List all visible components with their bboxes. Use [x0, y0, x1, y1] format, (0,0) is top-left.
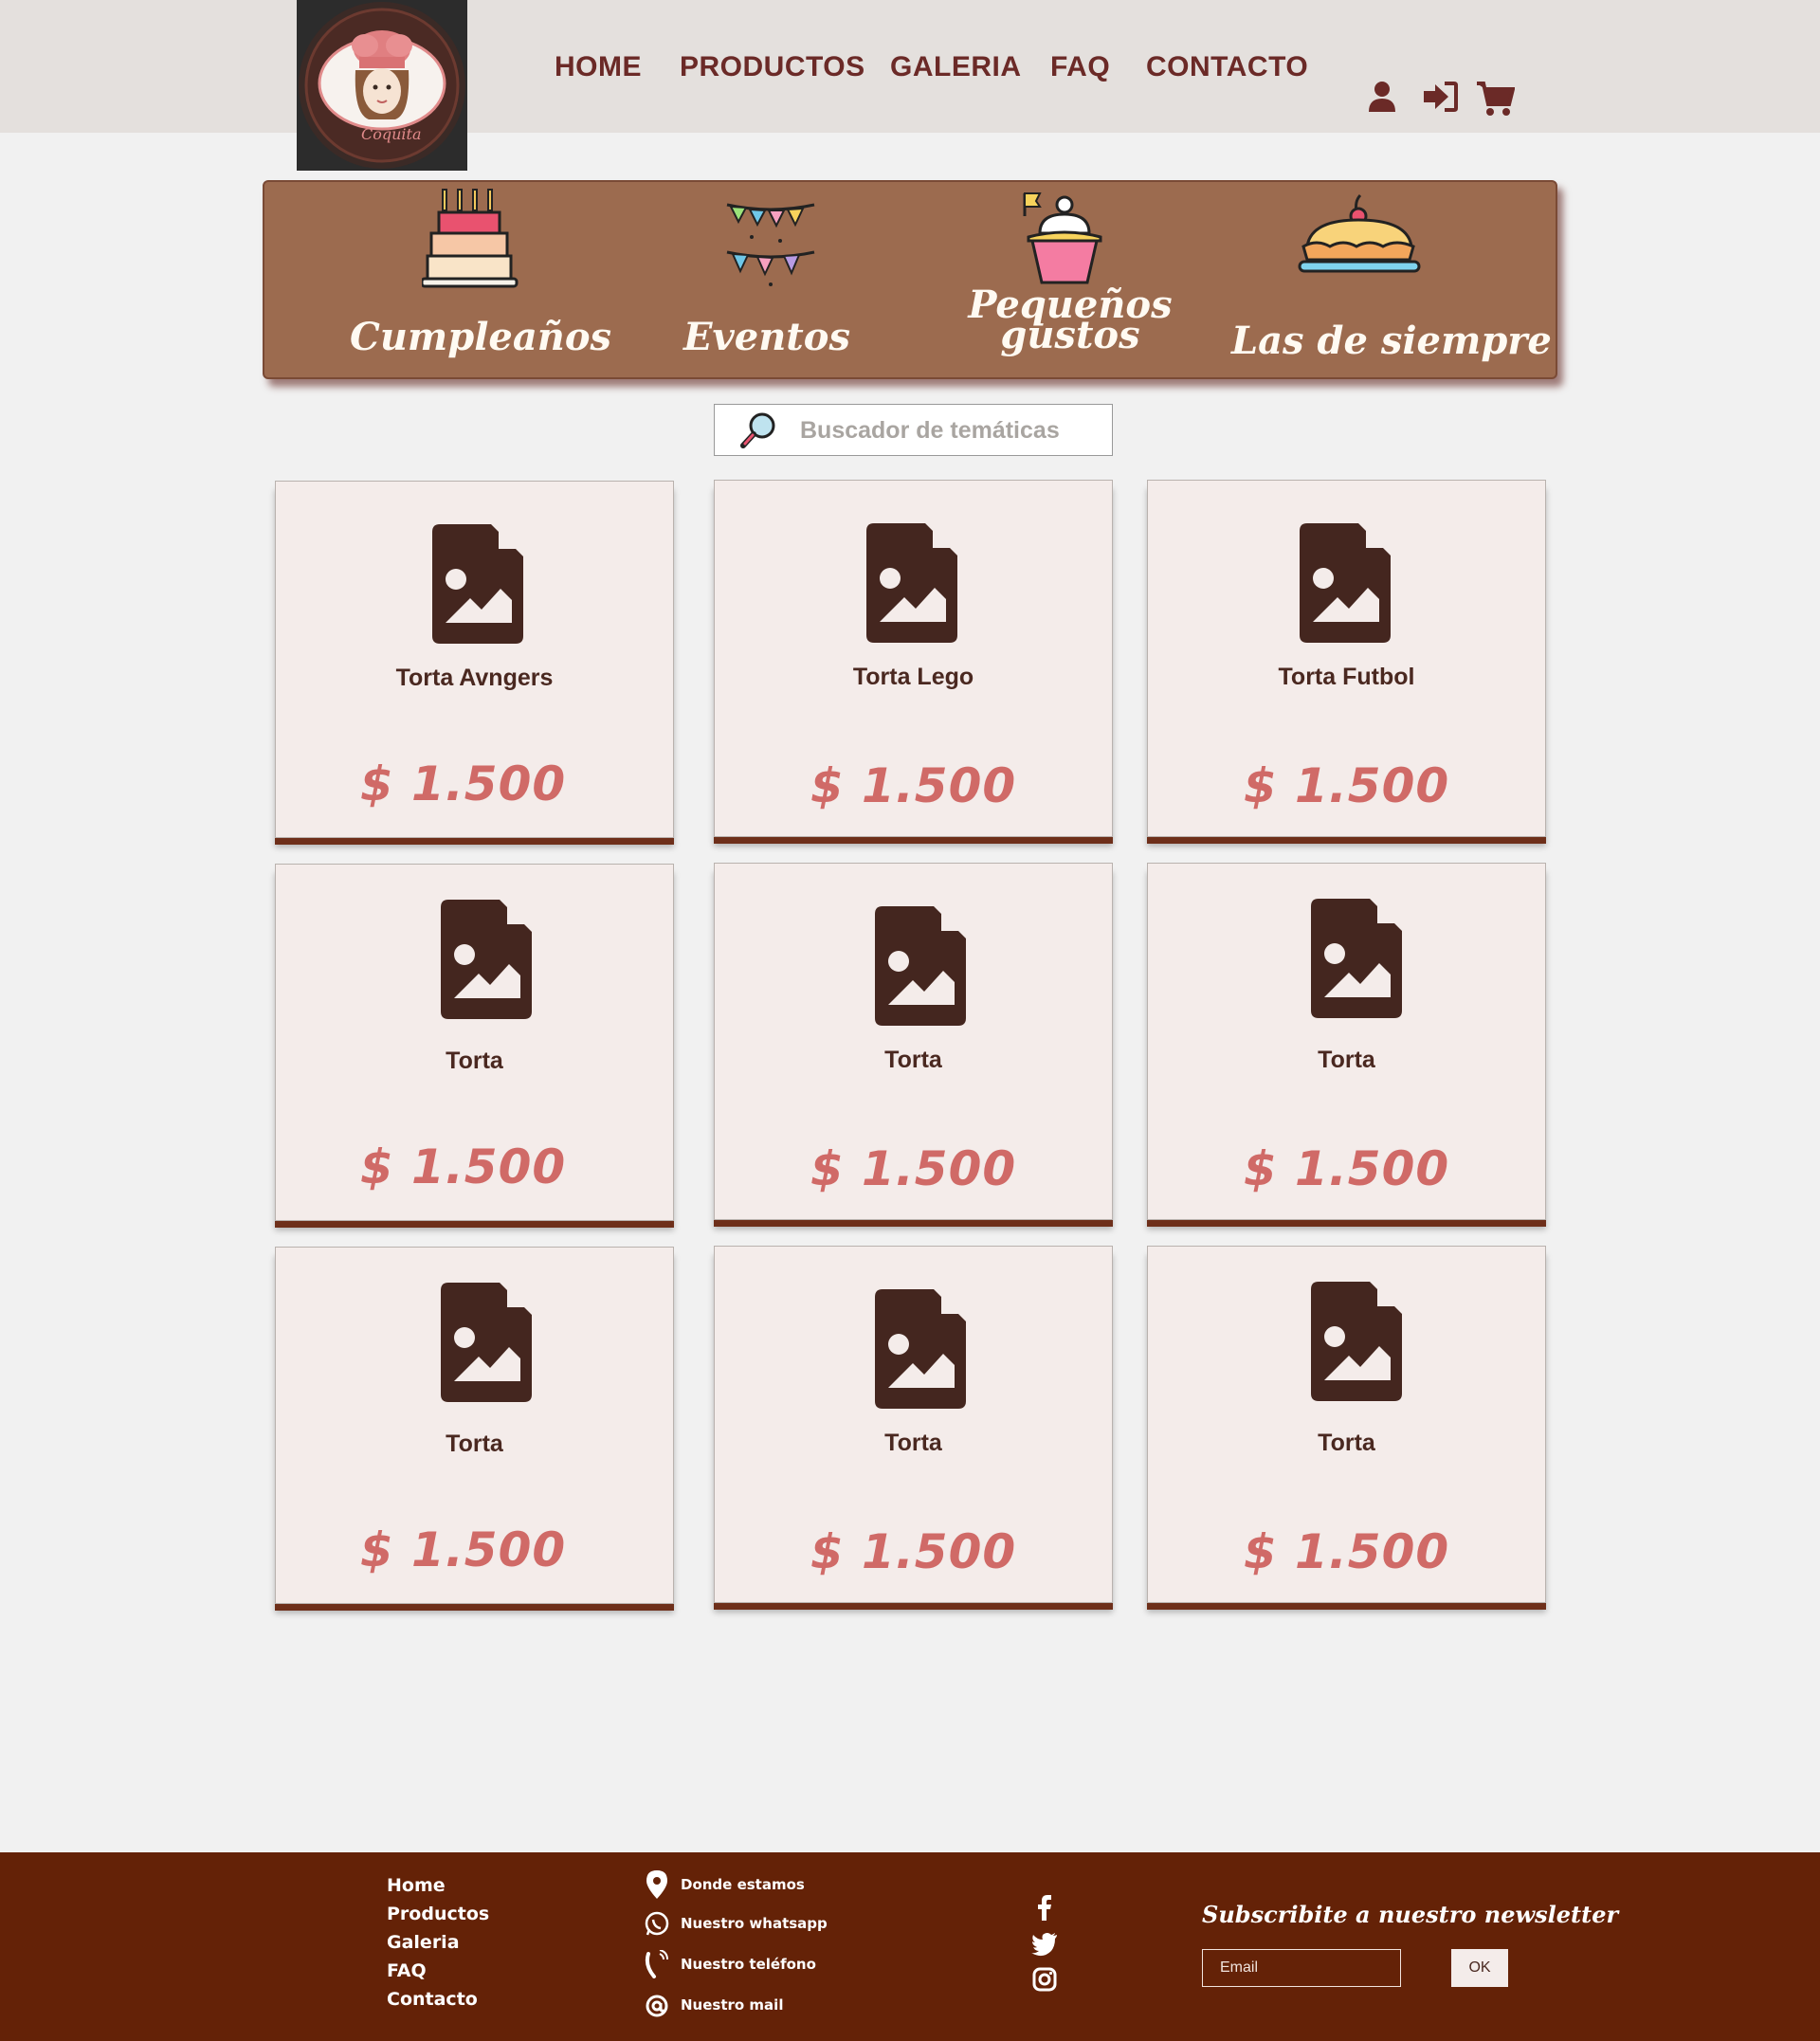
- footer-location-label: Donde estamos: [681, 1876, 805, 1893]
- image-placeholder-icon: [432, 524, 523, 644]
- logo-image: [299, 2, 465, 169]
- product-card[interactable]: Torta $ 1.500: [1147, 863, 1546, 1220]
- product-card[interactable]: Torta Avngers $ 1.500: [275, 481, 674, 838]
- theme-search-box[interactable]: [714, 404, 1113, 456]
- product-name: Torta Lego: [852, 664, 974, 690]
- category-cumpleanos-label: Cumpleaños: [350, 315, 612, 359]
- product-name: Torta: [884, 1430, 942, 1456]
- newsletter-ok-button[interactable]: OK: [1451, 1949, 1508, 1987]
- facebook-icon[interactable]: [1031, 1894, 1058, 1921]
- image-placeholder-icon: [875, 1289, 966, 1409]
- product-card[interactable]: Torta $ 1.500: [714, 1246, 1113, 1603]
- image-placeholder-icon: [441, 1283, 532, 1402]
- product-price: $ 1.500: [359, 1522, 567, 1577]
- footer-phone-label: Nuestro teléfono: [681, 1956, 816, 1973]
- category-pequenos-gustos-label: Pequeños gustos: [966, 286, 1174, 355]
- product-name: Torta: [446, 1431, 503, 1457]
- pie-icon: [1298, 193, 1421, 273]
- category-banner: Cumpleaños Eventos Pequeños gustos Las d…: [263, 180, 1557, 379]
- product-card[interactable]: Torta Futbol $ 1.500: [1147, 480, 1546, 837]
- image-placeholder-icon: [1311, 1282, 1402, 1401]
- logo[interactable]: Coquita: [297, 0, 467, 171]
- product-price: $ 1.500: [1243, 1524, 1450, 1579]
- category-las-de-siempre-label: Las de siempre: [1231, 319, 1552, 363]
- product-card[interactable]: Torta Lego $ 1.500: [714, 480, 1113, 837]
- phone-icon: [645, 1950, 668, 1978]
- magnifier-icon[interactable]: [739, 411, 777, 449]
- logo-text: Coquita: [361, 125, 422, 143]
- bunting-icon: [726, 203, 815, 286]
- nav-contacto[interactable]: CONTACTO: [1146, 51, 1308, 83]
- product-price: $ 1.500: [359, 756, 567, 811]
- image-placeholder-icon: [866, 523, 957, 643]
- nav-productos[interactable]: PRODUCTOS: [680, 51, 865, 83]
- product-name: Torta: [1318, 1047, 1375, 1073]
- footer-link-galeria[interactable]: Galeria: [387, 1932, 460, 1953]
- product-name: Torta: [1318, 1430, 1375, 1456]
- site-footer: [0, 1852, 1820, 2041]
- product-card[interactable]: Torta $ 1.500: [714, 863, 1113, 1220]
- whatsapp-icon: [645, 1911, 669, 1936]
- nav-faq[interactable]: FAQ: [1050, 51, 1110, 83]
- product-card[interactable]: Torta $ 1.500: [275, 1247, 674, 1604]
- nav-galeria[interactable]: GALERIA: [890, 51, 1022, 83]
- footer-mail-label: Nuestro mail: [681, 1996, 784, 2014]
- footer-link-productos[interactable]: Productos: [387, 1904, 489, 1924]
- cupcake-icon: [1023, 192, 1102, 284]
- category-eventos[interactable]: Eventos: [663, 182, 871, 381]
- user-icon[interactable]: [1367, 80, 1405, 118]
- footer-link-faq[interactable]: FAQ: [387, 1960, 427, 1981]
- theme-search-input[interactable]: [800, 412, 1103, 448]
- image-placeholder-icon: [441, 900, 532, 1019]
- image-placeholder-icon: [875, 906, 966, 1026]
- at-icon: [646, 1995, 668, 2017]
- product-price: $ 1.500: [810, 758, 1017, 813]
- product-card[interactable]: Torta $ 1.500: [275, 864, 674, 1221]
- category-pequenos-gustos[interactable]: Pequeños gustos: [966, 182, 1174, 381]
- category-cumpleanos[interactable]: Cumpleaños: [350, 182, 612, 381]
- product-name: Torta: [884, 1047, 942, 1073]
- footer-link-contacto[interactable]: Contacto: [387, 1989, 478, 2010]
- twitter-icon[interactable]: [1031, 1930, 1058, 1957]
- newsletter-email-input[interactable]: [1202, 1949, 1401, 1987]
- birthday-cake-icon: [422, 189, 519, 288]
- image-placeholder-icon: [1300, 523, 1391, 643]
- product-name: Torta Avngers: [395, 665, 554, 691]
- product-name: Torta: [446, 1048, 503, 1074]
- category-eventos-label: Eventos: [683, 315, 850, 359]
- nav-home[interactable]: HOME: [555, 51, 642, 83]
- product-price: $ 1.500: [810, 1524, 1017, 1579]
- cart-icon[interactable]: [1477, 80, 1516, 118]
- product-name: Torta Futbol: [1278, 664, 1415, 690]
- product-price: $ 1.500: [1243, 758, 1450, 813]
- product-price: $ 1.500: [810, 1141, 1017, 1196]
- location-pin-icon: [646, 1870, 667, 1899]
- category-pequenos-label-line2: gustos: [1000, 313, 1140, 357]
- product-price: $ 1.500: [359, 1139, 567, 1194]
- instagram-icon[interactable]: [1031, 1966, 1058, 1993]
- main-nav: HOME PRODUCTOS GALERIA FAQ CONTACTO: [0, 51, 1820, 89]
- product-price: $ 1.500: [1243, 1141, 1450, 1196]
- newsletter-title: Subscribite a nuestro newsletter: [1202, 1901, 1619, 1928]
- sign-in-icon[interactable]: [1422, 80, 1460, 118]
- image-placeholder-icon: [1311, 899, 1402, 1018]
- product-card[interactable]: Torta $ 1.500: [1147, 1246, 1546, 1603]
- category-las-de-siempre[interactable]: Las de siempre: [1231, 182, 1552, 381]
- footer-link-home[interactable]: Home: [387, 1875, 446, 1896]
- footer-whatsapp-label: Nuestro whatsapp: [681, 1915, 828, 1932]
